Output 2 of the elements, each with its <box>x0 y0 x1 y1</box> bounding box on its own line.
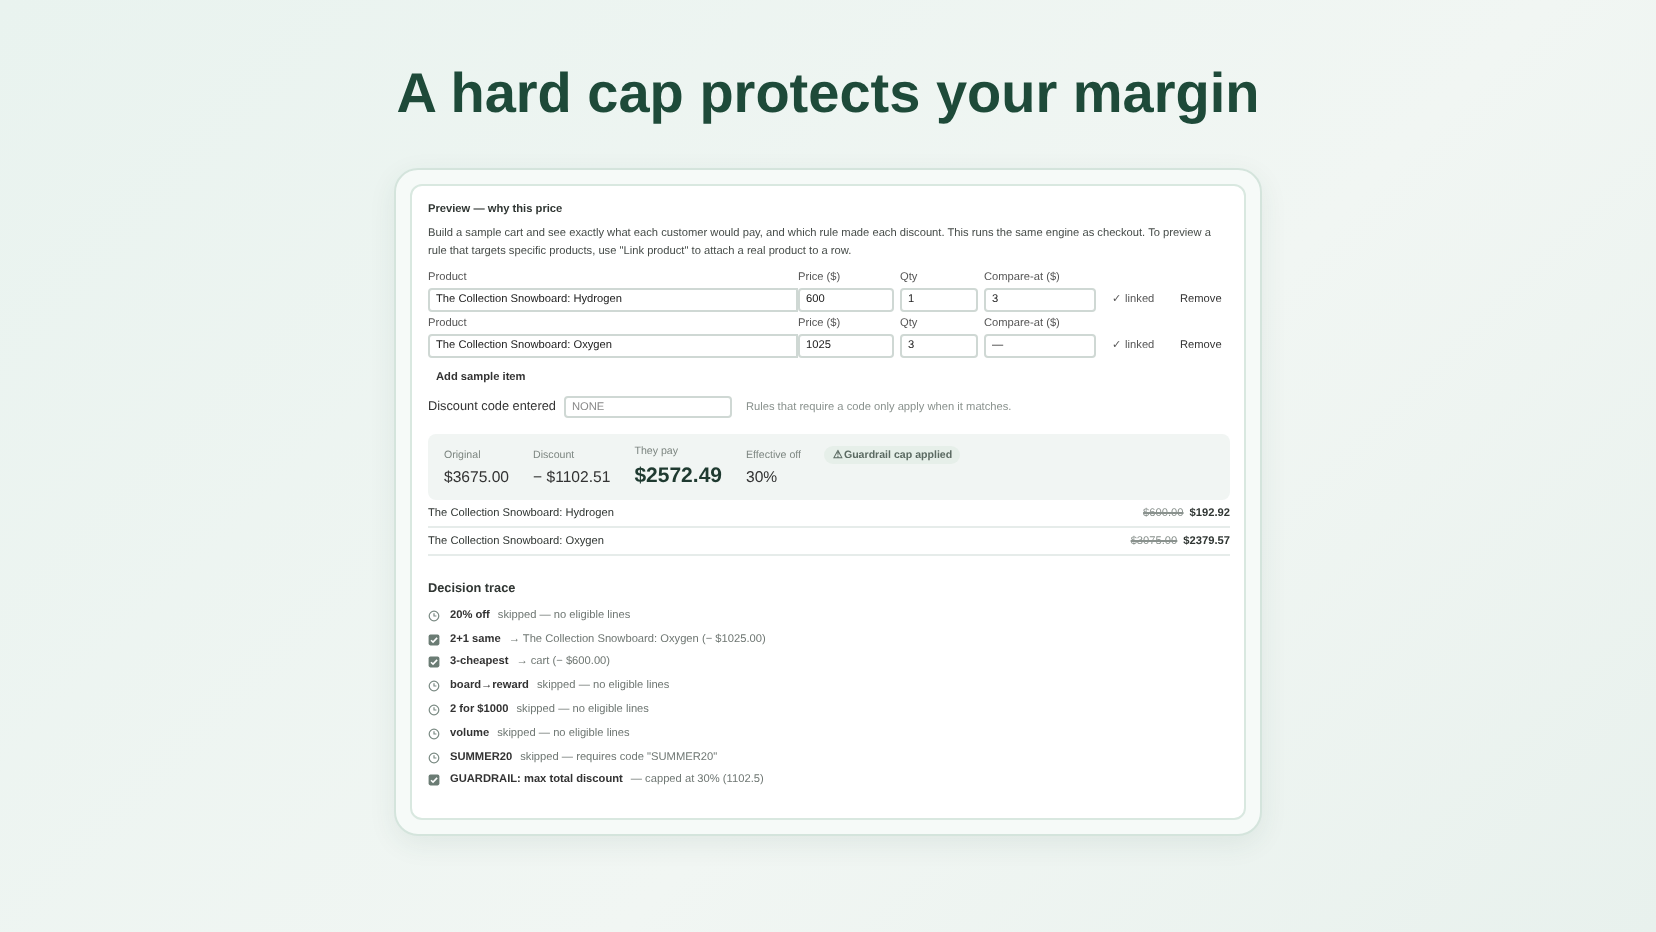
headline: A hard cap protects your margin <box>396 60 1260 128</box>
stat-value: $2572.49 <box>634 464 722 488</box>
